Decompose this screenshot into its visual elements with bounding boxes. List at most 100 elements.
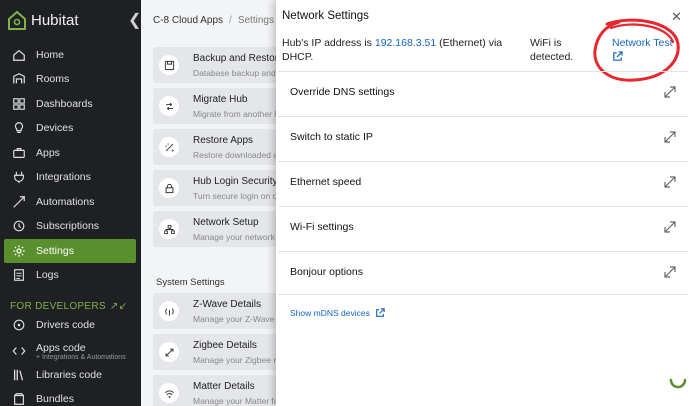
card-title: Migrate Hub bbox=[193, 94, 248, 105]
setting-row-override-dns-settings[interactable]: Override DNS settings bbox=[278, 71, 688, 115]
sidebar-item-dashboards[interactable]: Dashboards bbox=[4, 92, 136, 116]
ip-address-link[interactable]: 192.168.3.51 bbox=[375, 37, 436, 49]
migrate-icon bbox=[159, 96, 179, 116]
drivers-icon bbox=[10, 316, 28, 334]
sidebar-item-label: Home bbox=[36, 49, 65, 61]
apps-icon bbox=[13, 148, 25, 158]
sidebar-item-label: Bundles bbox=[36, 393, 74, 405]
network-icon bbox=[163, 224, 175, 234]
sidebar-item-bundles[interactable]: Bundles bbox=[4, 387, 136, 406]
rooms-icon bbox=[13, 73, 25, 84]
system-settings-heading: System Settings bbox=[156, 277, 225, 288]
expand-icon[interactable] bbox=[664, 266, 676, 278]
sidebar-item-sublabel: + Integrations & Automations bbox=[36, 353, 126, 361]
sidebar-item-libraries-code[interactable]: Libraries code bbox=[4, 363, 136, 387]
sidebar-item-label: Apps code + Integrations & Automations bbox=[36, 341, 126, 361]
sidebar-item-settings[interactable]: Settings bbox=[4, 239, 136, 263]
setting-row-ethernet-speed[interactable]: Ethernet speed bbox=[278, 161, 688, 205]
setting-row-switch-to-static-ip[interactable]: Switch to static IP bbox=[278, 116, 688, 160]
breadcrumb-current: Settings bbox=[237, 15, 274, 26]
card-title: Restore Apps bbox=[193, 135, 254, 146]
breadcrumb-hub[interactable]: C-8 Cloud Apps bbox=[153, 15, 223, 26]
card-title: Hub Login Security bbox=[193, 176, 278, 187]
zigbee-icon bbox=[165, 348, 173, 356]
sidebar: Hubitat ❮ Home Rooms Dashboards Devices Apps… bbox=[0, 0, 141, 406]
sidebar-item-label: Subscriptions bbox=[36, 220, 100, 232]
drivers-icon bbox=[13, 319, 25, 331]
sidebar-item-automations[interactable]: Automations bbox=[4, 190, 136, 214]
external-link-icon[interactable] bbox=[612, 51, 673, 66]
breadcrumb: C-8 Cloud Apps / Settings bbox=[153, 15, 274, 26]
brand[interactable]: Hubitat ❮ bbox=[0, 0, 141, 40]
card-title: Zigbee Details bbox=[193, 340, 257, 351]
sidebar-item-label: Automations bbox=[36, 196, 95, 208]
plug-icon bbox=[10, 168, 28, 186]
expand-icon[interactable]: ↗↙ bbox=[110, 301, 127, 312]
setting-row-label: Switch to static IP bbox=[290, 131, 373, 143]
sidebar-item-label: Dashboards bbox=[36, 98, 93, 110]
card-title: Matter Details bbox=[193, 381, 255, 392]
sidebar-item-apps[interactable]: Apps bbox=[4, 141, 136, 165]
expand-icon[interactable] bbox=[664, 221, 676, 233]
zwave-icon bbox=[159, 301, 179, 321]
dashboards-icon bbox=[10, 95, 28, 113]
lock-icon bbox=[165, 183, 173, 193]
sidebar-item-label: Settings bbox=[36, 245, 74, 257]
show-mdns-link[interactable]: Show mDNS devices bbox=[290, 308, 385, 318]
rooms-icon bbox=[10, 70, 28, 88]
apps-icon bbox=[10, 144, 28, 162]
migrate-icon bbox=[165, 102, 173, 110]
network-icon bbox=[159, 219, 179, 239]
network-test-link[interactable]: Network Test bbox=[612, 36, 673, 66]
code-icon bbox=[10, 342, 28, 360]
expand-icon[interactable] bbox=[664, 131, 676, 143]
sidebar-item-drivers-code[interactable]: Drivers code bbox=[4, 313, 136, 337]
plug-icon bbox=[14, 171, 24, 184]
wifi-status: WiFi is detected. bbox=[530, 37, 574, 63]
sidebar-item-home[interactable]: Home bbox=[4, 43, 136, 67]
lock-icon bbox=[159, 178, 179, 198]
sidebar-item-rooms[interactable]: Rooms bbox=[4, 67, 136, 91]
sidebar-item-label: Integrations bbox=[36, 171, 91, 183]
setting-row-label: Bonjour options bbox=[290, 266, 363, 278]
gear-icon bbox=[10, 242, 28, 260]
setting-row-label: Wi-Fi settings bbox=[290, 221, 354, 233]
sidebar-item-integrations[interactable]: Integrations bbox=[4, 165, 136, 189]
logs-icon bbox=[14, 269, 24, 281]
setting-row-wi-fi-settings[interactable]: Wi-Fi settings bbox=[278, 206, 688, 250]
matter-icon bbox=[164, 390, 174, 398]
card-title: Network Setup bbox=[193, 217, 259, 228]
card-subtitle: Migrate from another hub bbox=[193, 109, 289, 119]
sidebar-item-subscriptions[interactable]: Subscriptions bbox=[4, 214, 136, 238]
automation-icon bbox=[13, 196, 25, 208]
chevron-left-icon[interactable]: ❮ bbox=[128, 10, 141, 30]
sidebar-item-label: Rooms bbox=[36, 73, 70, 85]
loading-spinner-icon bbox=[669, 378, 687, 389]
brand-title: Hubitat bbox=[31, 12, 79, 29]
sidebar-item-label: Devices bbox=[36, 122, 74, 134]
card-title: Backup and Restore bbox=[193, 53, 284, 64]
hubitat-logo-icon bbox=[8, 10, 26, 30]
restore-icon bbox=[165, 143, 173, 151]
home-icon bbox=[10, 46, 28, 64]
subscriptions-icon bbox=[10, 217, 28, 235]
setting-row-label: Override DNS settings bbox=[290, 86, 395, 98]
sidebar-item-devices[interactable]: Devices bbox=[4, 116, 136, 140]
expand-icon[interactable] bbox=[664, 176, 676, 188]
expand-icon[interactable] bbox=[664, 86, 676, 98]
sidebar-item-label: Drivers code bbox=[36, 319, 95, 331]
matter-icon bbox=[159, 383, 179, 403]
setting-row-label: Ethernet speed bbox=[290, 176, 362, 188]
sidebar-item-label: Apps bbox=[36, 147, 60, 159]
sidebar-item-apps-code[interactable]: Apps code + Integrations & Automations bbox=[4, 339, 136, 363]
card-title: Z-Wave Details bbox=[193, 299, 261, 310]
close-icon[interactable]: ✕ bbox=[671, 9, 682, 25]
ip-address-text: Hub's IP address is 192.168.3.51 (Ethern… bbox=[282, 37, 503, 63]
developers-header[interactable]: FOR DEVELOPERS ↗↙ bbox=[10, 301, 127, 312]
home-icon bbox=[13, 49, 25, 61]
backup-icon bbox=[164, 60, 174, 70]
sidebar-item-logs[interactable]: Logs bbox=[4, 263, 136, 287]
setting-row-bonjour-options[interactable]: Bonjour options bbox=[278, 251, 688, 295]
zigbee-icon bbox=[159, 342, 179, 362]
logs-icon bbox=[10, 266, 28, 284]
